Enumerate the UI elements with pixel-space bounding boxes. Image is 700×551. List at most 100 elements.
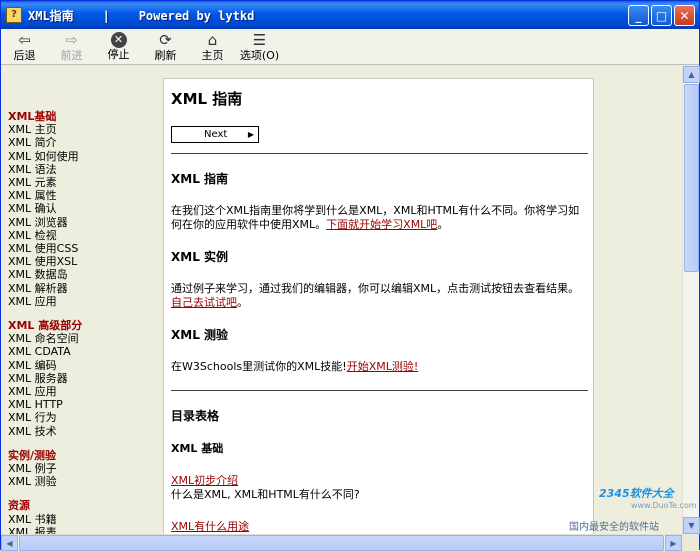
page-title: XML 指南 bbox=[171, 90, 243, 108]
forward-arrow-icon: ⇨ bbox=[65, 31, 78, 49]
right-arrow-icon: ▶ bbox=[670, 538, 677, 548]
nav-link[interactable]: XML 使用CSS bbox=[8, 242, 161, 255]
nav-link[interactable]: XML 确认 bbox=[8, 202, 161, 215]
maximize-button[interactable]: □ bbox=[651, 5, 672, 26]
minimize-button[interactable]: _ bbox=[628, 5, 649, 26]
stop-button[interactable]: ✕ 停止 bbox=[95, 29, 142, 65]
nav-examples-list: XML 例子 XML 测验 bbox=[8, 462, 161, 488]
quiz-text: 在W3Schools里测试你的XML技能! bbox=[171, 360, 347, 373]
nav-link[interactable]: XML 如何使用 bbox=[8, 150, 161, 163]
next-arrow-icon: ▶ bbox=[247, 130, 254, 139]
nav-link[interactable]: XML 编码 bbox=[8, 359, 161, 372]
home-label: 主页 bbox=[201, 49, 224, 62]
nav-link[interactable]: XML 使用XSL bbox=[8, 255, 161, 268]
section-title-quiz: XML 测验 bbox=[171, 328, 229, 342]
forward-label: 前进 bbox=[60, 49, 83, 62]
section-text-quiz: 在W3Schools里测试你的XML技能!开始XML测验! bbox=[171, 360, 586, 374]
close-icon: ✕ bbox=[679, 8, 690, 23]
scroll-left-button[interactable]: ◀ bbox=[1, 535, 18, 551]
vertical-scrollbar[interactable]: ▲ ▼ bbox=[682, 66, 700, 534]
nav-link[interactable]: XML 技术 bbox=[8, 425, 161, 438]
try-it-link[interactable]: 自己去试试吧 bbox=[171, 296, 237, 309]
divider bbox=[171, 153, 588, 154]
content-area: XML基础 XML 主页 XML 简介 XML 如何使用 XML 语法 XML 元素 XM… bbox=[1, 66, 682, 534]
nav-link[interactable]: XML 书籍 bbox=[8, 513, 161, 526]
nav-link[interactable]: XML 服务器 bbox=[8, 372, 161, 385]
close-button[interactable]: ✕ bbox=[674, 5, 695, 26]
examples-end: 。 bbox=[237, 296, 248, 309]
nav-link[interactable]: XML 检视 bbox=[8, 229, 161, 242]
back-arrow-icon: ⇦ bbox=[18, 31, 31, 49]
article-panel: XML 指南 Next ▶ XML 指南 在我们这个XML指南里你将学到什么是X… bbox=[163, 78, 594, 534]
title-bar[interactable]: ? XML指南 | Powered by lytkd _ □ ✕ bbox=[1, 1, 699, 29]
left-nav: XML基础 XML 主页 XML 简介 XML 如何使用 XML 语法 XML 元素 XM… bbox=[1, 66, 161, 534]
next-button[interactable]: Next ▶ bbox=[171, 126, 259, 143]
nav-link[interactable]: XML 语法 bbox=[8, 163, 161, 176]
guide-end: 。 bbox=[437, 218, 449, 231]
maximize-icon: □ bbox=[655, 8, 668, 23]
scrollbar-corner bbox=[682, 534, 699, 550]
toc-link[interactable]: XML有什么用途 bbox=[171, 518, 586, 534]
toc-title: 目录表格 bbox=[171, 409, 220, 423]
nav-link[interactable]: XML 属性 bbox=[8, 189, 161, 202]
nav-link[interactable]: XML 浏览器 bbox=[8, 216, 161, 229]
scroll-down-button[interactable]: ▼ bbox=[683, 517, 700, 534]
nav-link[interactable]: XML CDATA bbox=[8, 345, 161, 358]
stop-label: 停止 bbox=[107, 48, 130, 61]
nav-link[interactable]: XML 元素 bbox=[8, 176, 161, 189]
minimize-icon: _ bbox=[635, 8, 642, 23]
horizontal-scrollbar[interactable]: ◀ ▶ bbox=[1, 534, 682, 551]
start-learning-link[interactable]: 下面就开始学习XML吧 bbox=[326, 218, 437, 231]
nav-section-advanced: XML 高级部分 bbox=[8, 319, 83, 333]
up-arrow-icon: ▲ bbox=[688, 70, 695, 79]
start-quiz-link[interactable]: 开始XML测验! bbox=[347, 360, 419, 373]
nav-link[interactable]: XML 简介 bbox=[8, 136, 161, 149]
window-title: XML指南 | Powered by lytkd bbox=[28, 8, 255, 23]
toolbar: ⇦ 后退 ⇨ 前进 ✕ 停止 ⟳ 刷新 ⌂ 主页 ☰ 选项(O) bbox=[1, 29, 699, 65]
nav-link[interactable]: XML 解析器 bbox=[8, 282, 161, 295]
scroll-right-button[interactable]: ▶ bbox=[665, 535, 682, 551]
divider bbox=[171, 390, 588, 391]
left-arrow-icon: ◀ bbox=[6, 538, 13, 548]
toc-subtitle: XML 基础 bbox=[171, 442, 224, 455]
nav-basics-list: XML 主页 XML 简介 XML 如何使用 XML 语法 XML 元素 XML 属性 XM… bbox=[8, 123, 161, 308]
examples-text: 通过例子来学习，通过我们的编辑器，你可以编辑XML，点击测试按钮去查看结果。 bbox=[171, 282, 580, 295]
vertical-scroll-thumb[interactable] bbox=[684, 84, 699, 272]
back-button[interactable]: ⇦ 后退 bbox=[1, 29, 48, 65]
nav-link[interactable]: XML 命名空间 bbox=[8, 332, 161, 345]
browser-window: ? XML指南 | Powered by lytkd _ □ ✕ ⇦ 后退 ⇨ … bbox=[0, 0, 700, 551]
back-label: 后退 bbox=[13, 49, 36, 62]
options-icon: ☰ bbox=[252, 31, 267, 49]
nav-advanced-list: XML 命名空间 XML CDATA XML 编码 XML 服务器 XML 应用 XML … bbox=[8, 332, 161, 438]
help-book-icon: ? bbox=[6, 7, 22, 23]
forward-button[interactable]: ⇨ 前进 bbox=[48, 29, 95, 65]
nav-section-basics: XML基础 bbox=[8, 110, 57, 123]
nav-link[interactable]: XML 测验 bbox=[8, 475, 161, 488]
options-button[interactable]: ☰ 选项(O) bbox=[236, 29, 283, 65]
next-label: Next bbox=[204, 129, 228, 140]
options-label: 选项(O) bbox=[239, 49, 280, 62]
nav-link[interactable]: XML HTTP bbox=[8, 398, 161, 411]
nav-section-examples: 实例/测验 bbox=[8, 448, 57, 462]
nav-resources-list: XML 书籍 XML 报表 bbox=[8, 513, 161, 534]
refresh-button[interactable]: ⟳ 刷新 bbox=[142, 29, 189, 65]
toc-link[interactable]: XML初步介绍 bbox=[171, 472, 586, 488]
home-icon: ⌂ bbox=[207, 31, 218, 49]
home-button[interactable]: ⌂ 主页 bbox=[189, 29, 236, 65]
nav-link[interactable]: XML 报表 bbox=[8, 526, 161, 534]
refresh-label: 刷新 bbox=[154, 49, 177, 62]
down-arrow-icon: ▼ bbox=[688, 521, 695, 530]
stop-icon: ✕ bbox=[110, 32, 127, 48]
scroll-up-button[interactable]: ▲ bbox=[683, 66, 700, 83]
nav-link[interactable]: XML 主页 bbox=[8, 123, 161, 136]
nav-link[interactable]: XML 应用 bbox=[8, 385, 161, 398]
nav-link[interactable]: XML 数据岛 bbox=[8, 268, 161, 281]
horizontal-scroll-thumb[interactable] bbox=[19, 535, 664, 551]
nav-link[interactable]: XML 行为 bbox=[8, 411, 161, 424]
toc-list: XML初步介绍什么是XML, XML和HTML有什么不同?XML有什么用途XML… bbox=[171, 472, 586, 534]
section-text-guide: 在我们这个XML指南里你将学到什么是XML，XML和HTML有什么不同。你将学习… bbox=[171, 204, 586, 232]
nav-link[interactable]: XML 应用 bbox=[8, 295, 161, 308]
nav-link[interactable]: XML 例子 bbox=[8, 462, 161, 475]
refresh-icon: ⟳ bbox=[159, 31, 172, 49]
toc-description: 什么是XML, XML和HTML有什么不同? bbox=[171, 488, 360, 501]
